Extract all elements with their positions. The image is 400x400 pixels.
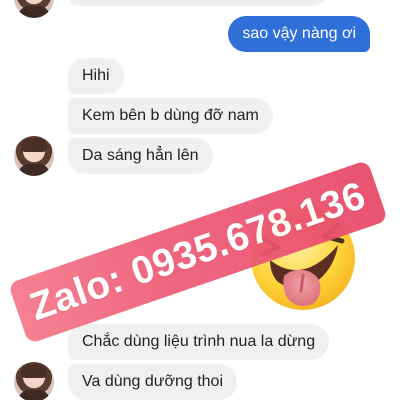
contact-avatar[interactable] [14,0,54,18]
outgoing-message[interactable]: sao vậy nàng ơi [228,16,370,52]
avatar-shirt [18,6,50,18]
incoming-message[interactable]: Chắc dùng liệu trình nua la dừng [68,324,330,360]
incoming-message[interactable]: Hihi [68,58,124,94]
avatar-hair [21,138,47,152]
contact-avatar[interactable] [14,136,54,176]
incoming-message[interactable]: Va dùng dưỡng thoi [68,364,238,400]
incoming-message[interactable]: Da sáng hẳn lên [68,138,213,174]
previous-incoming-bubble[interactable] [70,0,330,6]
emoji-tongue-center-line [299,273,305,293]
incoming-message[interactable]: Kem bên b dùng đỡ nam [68,98,273,134]
avatar-shirt [18,164,50,176]
avatar-shirt [18,390,50,400]
contact-avatar[interactable] [14,362,54,400]
avatar-hair [21,364,47,378]
